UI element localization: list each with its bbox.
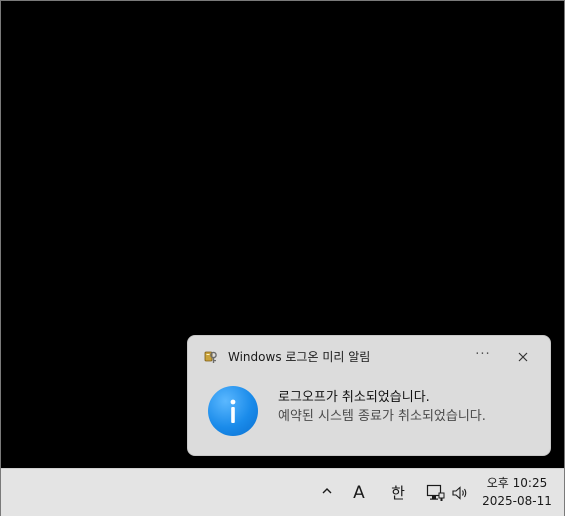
- input-language-button[interactable]: 한: [386, 481, 410, 505]
- toast-app-name: Windows 로그온 미리 알림: [228, 350, 371, 364]
- show-hidden-icons-button[interactable]: [317, 481, 337, 501]
- toast-title: 로그오프가 취소되었습니다.: [278, 390, 430, 405]
- volume-icon: [452, 486, 467, 500]
- toast-message: 예약된 시스템 종료가 취소되었습니다.: [278, 409, 486, 424]
- clock-date: 2025-08-11: [482, 494, 552, 508]
- taskbar: A 한 오후 10:25 2025-08-11: [1, 468, 564, 516]
- network-button[interactable]: [425, 483, 445, 503]
- input-mode-button[interactable]: A: [347, 481, 371, 505]
- chevron-up-icon: [322, 488, 332, 494]
- volume-button[interactable]: [451, 484, 469, 502]
- network-icon: [426, 484, 445, 501]
- toast-notification[interactable]: Windows 로그온 미리 알림 ··· 로그오프가 취소되었습니다. 예약된…: [187, 335, 551, 456]
- toast-header: Windows 로그온 미리 알림 ···: [188, 336, 550, 376]
- info-icon: [208, 386, 258, 436]
- clock[interactable]: 오후 10:25 2025-08-11: [477, 475, 557, 510]
- clock-time: 오후 10:25: [486, 476, 548, 490]
- close-button[interactable]: [510, 344, 536, 368]
- key-shield-icon: [204, 351, 217, 363]
- close-icon: [518, 352, 528, 361]
- screen-frame: Windows 로그온 미리 알림 ··· 로그오프가 취소되었습니다. 예약된…: [0, 0, 565, 516]
- more-options-button[interactable]: ···: [470, 344, 496, 368]
